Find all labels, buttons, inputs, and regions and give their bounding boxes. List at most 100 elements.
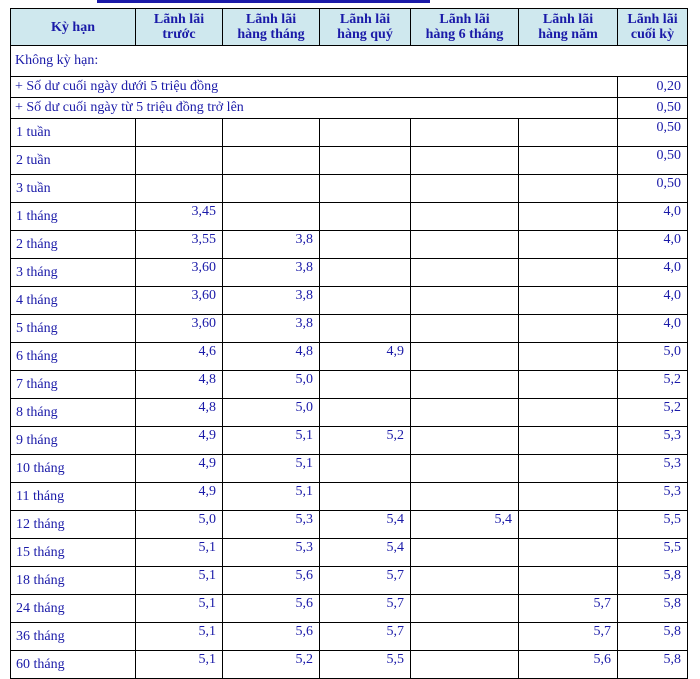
rate-cell-semiannual [410,230,519,259]
rate-cell-monthly: 5,1 [222,482,320,511]
demand-item-rate: 0,20 [617,76,688,98]
rate-cell-annual [518,230,618,259]
rate-cell-maturity: 4,0 [617,286,688,315]
rate-cell-prepaid: 4,9 [135,482,223,511]
column-header-semiannual: Lãnh lãi hàng 6 tháng [410,8,519,46]
rate-cell-annual [518,370,618,399]
rate-cell-quarterly: 5,7 [319,594,411,623]
term-cell: 1 tháng [10,202,136,231]
term-cell: 24 tháng [10,594,136,623]
column-header-line: Lãnh lãi [542,12,594,27]
rate-cell-prepaid: 4,9 [135,426,223,455]
rate-cell-semiannual [410,370,519,399]
rate-cell-annual [518,286,618,315]
rate-cell-annual [518,398,618,427]
term-cell: 2 tháng [10,230,136,259]
rate-cell-prepaid: 5,1 [135,594,223,623]
table-row: 7 tháng 4,8 5,0 5,2 [10,370,688,399]
column-header-line: cuối kỳ [630,27,675,42]
rate-cell-semiannual [410,594,519,623]
rate-cell-semiannual [410,482,519,511]
rate-cell-monthly: 3,8 [222,258,320,287]
table-row: 36 tháng 5,1 5,6 5,7 5,7 5,8 [10,622,688,651]
rate-cell-monthly [222,146,320,175]
rate-cell-maturity: 5,3 [617,426,688,455]
rate-cell-quarterly [319,146,411,175]
rate-cell-maturity: 5,5 [617,538,688,567]
term-cell: 8 tháng [10,398,136,427]
demand-item-row: + Số dư cuối ngày từ 5 triệu đồng trở lê… [10,97,688,119]
rate-cell-monthly: 5,2 [222,650,320,679]
rate-cell-quarterly [319,286,411,315]
rate-cell-semiannual [410,398,519,427]
rate-cell-quarterly: 5,7 [319,566,411,595]
rate-cell-annual: 5,7 [518,594,618,623]
rate-cell-annual [518,118,618,147]
rate-cell-prepaid: 3,60 [135,258,223,287]
rate-cell-maturity: 5,8 [617,622,688,651]
rate-cell-maturity: 4,0 [617,230,688,259]
rate-cell-semiannual [410,426,519,455]
rate-cell-semiannual [410,650,519,679]
rate-cell-prepaid: 3,60 [135,314,223,343]
rate-cell-prepaid [135,146,223,175]
rate-cell-annual [518,146,618,175]
table-row: 1 tuần 0,50 [10,118,688,147]
table-row: 60 tháng 5,1 5,2 5,5 5,6 5,8 [10,650,688,679]
term-cell: 11 tháng [10,482,136,511]
rate-cell-prepaid [135,118,223,147]
rate-cell-prepaid: 3,60 [135,286,223,315]
column-header-line: Kỳ hạn [51,19,95,35]
column-header-maturity: Lãnh lãi cuối kỳ [617,8,688,46]
rate-cell-quarterly: 5,2 [319,426,411,455]
table-row: 4 tháng 3,60 3,8 4,0 [10,286,688,315]
rate-cell-quarterly [319,258,411,287]
column-header-monthly: Lãnh lãi hàng tháng [222,8,320,46]
column-header-line: hàng năm [538,27,598,42]
table-header: Kỳ hạn Lãnh lãi trước Lãnh lãi hàng tháng Lãn… [10,8,688,46]
rate-cell-semiannual [410,622,519,651]
rate-cell-monthly: 5,6 [222,566,320,595]
demand-item-label: + Số dư cuối ngày từ 5 triệu đồng trở lê… [10,97,618,119]
column-header-line: hàng 6 tháng [425,27,504,42]
rate-cell-monthly [222,174,320,203]
term-cell: 60 tháng [10,650,136,679]
rate-cell-maturity: 4,0 [617,314,688,343]
term-cell: 9 tháng [10,426,136,455]
rate-cell-monthly: 3,8 [222,314,320,343]
rate-cell-maturity: 5,8 [617,594,688,623]
rate-cell-quarterly [319,370,411,399]
rate-cell-prepaid: 4,9 [135,454,223,483]
rate-cell-monthly: 5,0 [222,398,320,427]
rate-cell-semiannual [410,258,519,287]
rate-cell-maturity: 4,0 [617,202,688,231]
rate-cell-maturity: 0,50 [617,118,688,147]
column-header-line: Lãnh lãi [153,12,205,27]
interest-rate-table: Kỳ hạn Lãnh lãi trước Lãnh lãi hàng tháng Lãn… [10,8,688,679]
column-header-line: Lãnh lãi [439,12,490,27]
rate-cell-quarterly [319,454,411,483]
rate-cell-prepaid: 4,6 [135,342,223,371]
table-row: 18 tháng 5,1 5,6 5,7 5,8 [10,566,688,595]
rate-cell-maturity: 5,8 [617,566,688,595]
rate-cell-prepaid: 5,0 [135,510,223,539]
demand-item-rate: 0,50 [617,97,688,119]
rate-cell-annual [518,314,618,343]
rate-cell-semiannual [410,342,519,371]
table-row: 2 tuần 0,50 [10,146,688,175]
column-header-line: Lãnh lãi [627,12,678,27]
rate-cell-semiannual [410,454,519,483]
rate-cell-monthly: 5,3 [222,510,320,539]
rate-cell-quarterly: 5,4 [319,538,411,567]
demand-item-row: + Số dư cuối ngày dưới 5 triệu đồng 0,20 [10,76,688,98]
rate-cell-annual [518,538,618,567]
table-row: 5 tháng 3,60 3,8 4,0 [10,314,688,343]
rate-cell-annual [518,426,618,455]
table-row: 12 tháng 5,0 5,3 5,4 5,4 5,5 [10,510,688,539]
term-cell: 7 tháng [10,370,136,399]
rate-cell-quarterly [319,398,411,427]
rate-cell-semiannual [410,202,519,231]
table-row: 15 tháng 5,1 5,3 5,4 5,5 [10,538,688,567]
column-header-term: Kỳ hạn [10,8,136,46]
term-cell: 10 tháng [10,454,136,483]
